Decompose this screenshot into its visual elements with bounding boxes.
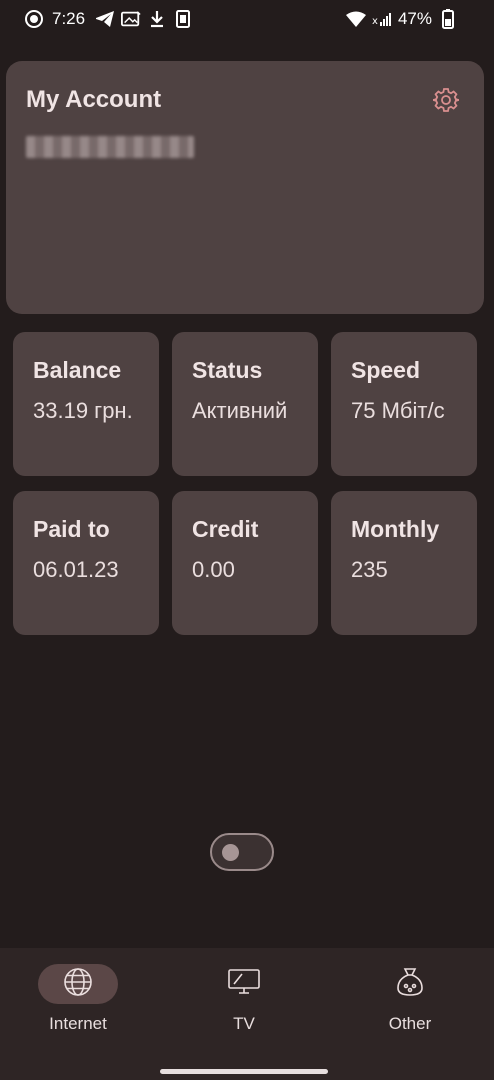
status-bar-right: x 47%: [345, 9, 458, 29]
tile-paid-to[interactable]: Paid to 06.01.23: [13, 491, 159, 635]
tile-label: Paid to: [33, 516, 110, 542]
signal-icon: x: [372, 9, 392, 29]
tile-label: Balance: [33, 357, 122, 383]
status-bar-left: 7:26: [24, 9, 193, 29]
account-card: My Account: [6, 61, 484, 314]
telegram-icon: [95, 9, 115, 29]
redacted-account-name: [26, 136, 194, 158]
nav-item-internet[interactable]: Internet: [0, 948, 160, 1048]
nav-label-tv: TV: [233, 1014, 255, 1033]
download-icon: [147, 9, 167, 29]
nav-item-tv[interactable]: TV: [166, 948, 326, 1048]
tile-credit[interactable]: Credit 0.00: [172, 491, 318, 635]
tile-monthly[interactable]: Monthly 235: [331, 491, 477, 635]
wifi-icon: [345, 9, 366, 29]
tile-label: Monthly: [351, 516, 440, 542]
bag-icon: [396, 967, 424, 1002]
tile-value: 33.19 грн.: [33, 398, 133, 423]
gear-icon[interactable]: [432, 87, 460, 113]
sim-icon: [173, 9, 193, 29]
tile-label: Speed: [351, 357, 421, 383]
bottom-nav: Internet TV Other: [0, 948, 494, 1080]
toggle-knob: [222, 844, 239, 861]
image-icon: [121, 9, 141, 29]
tv-icon: [228, 968, 260, 1000]
nav-item-other[interactable]: Other: [332, 948, 492, 1048]
status-time: 7:26: [52, 9, 86, 28]
tile-label: Status: [192, 357, 263, 383]
tile-value: 235: [351, 557, 388, 582]
tile-label: Credit: [192, 516, 259, 542]
globe-icon: [63, 967, 93, 1002]
battery-percent: 47%: [397, 9, 432, 28]
account-title: My Account: [26, 86, 162, 113]
tile-speed[interactable]: Speed 75 Мбіт/с: [331, 332, 477, 476]
nav-label-other: Other: [388, 1014, 432, 1033]
tile-value: 75 Мбіт/с: [351, 398, 445, 423]
nav-icon-wrap: [204, 964, 284, 1004]
status-bar: 7:26 x 47%: [0, 0, 494, 40]
record-icon: [24, 9, 44, 29]
tile-status[interactable]: Status Активний: [172, 332, 318, 476]
tile-value: 0.00: [192, 557, 235, 582]
tile-balance[interactable]: Balance 33.19 грн.: [13, 332, 159, 476]
nav-label-internet: Internet: [49, 1014, 107, 1033]
nav-icon-wrap: [370, 964, 450, 1004]
screen: 7:26 x 47% My Account Balance 33.19 грн.…: [0, 0, 494, 1080]
svg-text:x: x: [372, 16, 378, 27]
battery-icon: [438, 9, 458, 29]
tile-value: 06.01.23: [33, 557, 119, 582]
tile-value: Активний: [192, 398, 288, 423]
home-indicator[interactable]: [160, 1069, 328, 1074]
toggle-switch[interactable]: [210, 833, 274, 871]
nav-active-indicator: [38, 964, 118, 1004]
